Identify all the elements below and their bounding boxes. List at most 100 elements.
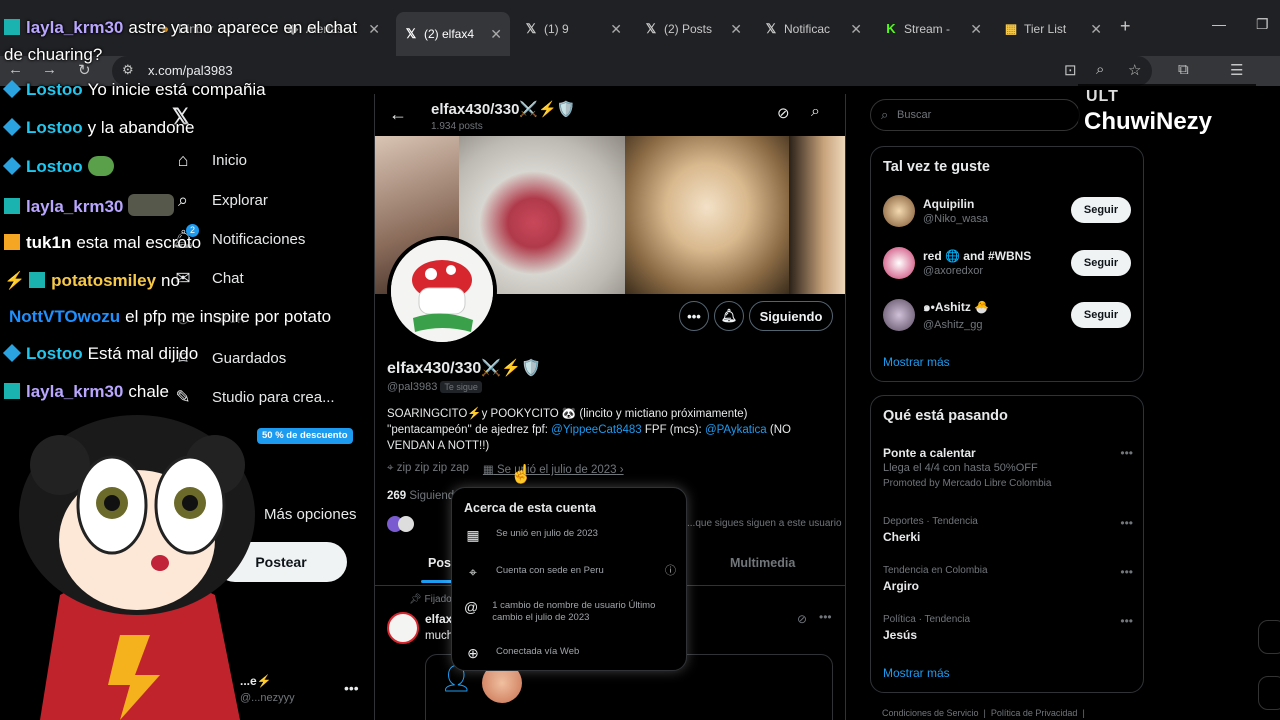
nav-chat[interactable]: ✉ Chat <box>172 268 243 289</box>
grok-icon[interactable]: ⊘ <box>777 104 790 122</box>
chat-badge-icon <box>4 383 20 399</box>
tab-media[interactable]: Multimedia <box>730 556 795 570</box>
trend-more-icon[interactable]: ••• <box>1120 565 1133 579</box>
zoom-icon[interactable]: ⌕ <box>1096 61 1104 78</box>
suggestion-item[interactable]: Aquipilin @Niko_wasa <box>883 195 988 227</box>
nav-more[interactable]: Más opciones <box>264 506 357 523</box>
search-field[interactable]: ⌕ Buscar <box>870 99 1080 131</box>
trend-item[interactable]: Política · Tendencia Jesús ••• <box>883 614 1133 642</box>
browser-tab[interactable]: 𝕏 (2) Posts ✕ <box>636 14 750 44</box>
chat-badge-icon <box>29 272 46 288</box>
mouse-cursor-icon: ☝ <box>510 464 533 484</box>
profile-follow-stats[interactable]: 269 Siguiendo <box>387 490 461 502</box>
location-icon: ⌖ <box>387 462 394 474</box>
bio-mention-link[interactable]: @PAykatica <box>705 424 767 436</box>
grok-icon[interactable]: ⊘ <box>797 612 807 626</box>
back-arrow-icon[interactable]: ← <box>389 104 407 125</box>
search-icon: ⌕ <box>177 190 189 210</box>
trend-item[interactable]: Tendencia en Colombia Argiro ••• <box>883 565 1133 593</box>
suggestion-item[interactable]: ๑•Ashitz 🐣 @Ashitz_gg <box>883 298 989 331</box>
extensions-icon[interactable]: ⧉ <box>1178 61 1189 78</box>
chat-message: layla_krm30 <box>4 194 175 217</box>
bio-mention-link[interactable]: @YippeeCat8483 <box>551 424 642 436</box>
nav-explore[interactable]: ⌕ Explorar <box>172 190 268 211</box>
popup-row-location: ⌖ Cuenta con sede en Peru ⓘ <box>464 565 676 579</box>
account-menu-icon[interactable]: ••• <box>344 680 359 696</box>
footer-links[interactable]: Condiciones de Servicio | Política de Pr… <box>882 708 1085 718</box>
install-icon[interactable]: ⊡ <box>1064 61 1077 79</box>
maximize-icon[interactable]: ❐ <box>1256 16 1269 33</box>
close-tab-icon[interactable]: ✕ <box>970 21 982 38</box>
trend-item[interactable]: Deportes · Tendencia Cherki ••• <box>883 516 1133 544</box>
new-tab-icon[interactable]: + <box>1120 16 1131 37</box>
who-to-follow-card: Tal vez te guste Aquipilin @Niko_wasa Seg… <box>870 146 1144 382</box>
search-icon[interactable]: ⌕ <box>811 103 820 121</box>
pinned-author: elfax <box>425 612 453 626</box>
close-tab-icon[interactable]: ✕ <box>368 21 380 38</box>
browser-tab[interactable]: K Stream - ✕ <box>876 14 990 44</box>
post-more-icon[interactable]: ••• <box>819 610 832 624</box>
chat-badge-icon <box>4 19 20 35</box>
avatar <box>883 247 915 279</box>
close-tab-icon[interactable]: ✕ <box>850 21 862 38</box>
show-more-link[interactable]: Mostrar más <box>883 355 950 369</box>
kick-icon: K <box>886 21 896 36</box>
calendar-icon: ▦ <box>482 464 494 476</box>
trend-more-icon[interactable]: ••• <box>1120 614 1133 628</box>
location-icon: ⌖ <box>469 564 477 580</box>
close-tab-icon[interactable]: ✕ <box>730 21 742 38</box>
following-button[interactable]: Siguiendo <box>749 301 833 331</box>
chat-badge-icon <box>2 343 22 363</box>
messages-float-button[interactable] <box>1258 676 1280 710</box>
profile-joined-link[interactable]: ▦ Se unió el julio de 2023 › <box>483 462 624 476</box>
chat-message: Lostoo Yo inicie está compañia <box>2 79 266 100</box>
calendar-icon: ▦ <box>466 527 480 543</box>
browser-tab-active[interactable]: 𝕏 (2) elfax4 ✕ <box>396 12 510 56</box>
bookmark-star-icon[interactable]: ☆ <box>1128 61 1141 79</box>
header-post-count: 1.934 posts <box>431 121 483 132</box>
profile-location: ⌖ zip zip zip zap <box>387 462 469 474</box>
chat-badge-icon <box>2 117 22 137</box>
profile-avatar[interactable] <box>387 236 497 346</box>
suggestion-item[interactable]: red 🌐 and #WBNS @axoredxor <box>883 247 1031 279</box>
chat-badge-icon <box>4 234 20 250</box>
more-options-button[interactable]: ••• <box>679 301 709 331</box>
menu-icon[interactable]: ☰ <box>1230 61 1243 79</box>
avatar[interactable] <box>387 612 419 644</box>
close-tab-icon[interactable]: ✕ <box>490 26 502 43</box>
close-tab-icon[interactable]: ✕ <box>610 21 622 38</box>
notify-button[interactable]: 🔔︎ <box>714 301 744 331</box>
emote-icon <box>87 156 114 176</box>
pinned-label: 📌︎ Fijado <box>409 594 452 605</box>
profile-handle-row: @pal3983 Te sigue <box>387 381 482 393</box>
chat-badge-icon <box>4 198 20 214</box>
chat-message: Lostoo y la abandone <box>2 117 194 138</box>
follow-button[interactable]: Seguir <box>1071 250 1131 276</box>
show-more-trends-link[interactable]: Mostrar más <box>883 666 950 680</box>
bell-plus-icon: 🔔︎ <box>720 308 738 323</box>
close-tab-icon[interactable]: ✕ <box>1090 21 1102 38</box>
follow-button[interactable]: Seguir <box>1071 197 1131 223</box>
info-icon[interactable]: ⓘ <box>665 565 676 577</box>
known-followers-avatars[interactable] <box>387 516 414 532</box>
trends-card: Qué está pasando Ponte a calentar Llega … <box>870 395 1144 693</box>
avatar <box>883 298 915 331</box>
banner-cat-image <box>625 136 789 294</box>
trend-item[interactable]: Ponte a calentar Llega el 4/4 con hasta … <box>883 446 1133 489</box>
streamer-logo: ULT ChuwiNezy <box>1078 84 1256 142</box>
trend-more-icon[interactable]: ••• <box>1120 446 1133 460</box>
browser-tab[interactable]: 𝕏 (1) 9 ✕ <box>516 14 630 44</box>
minimize-icon[interactable]: — <box>1212 16 1226 32</box>
browser-tab[interactable]: ▦ Tier List ✕ <box>996 14 1110 44</box>
avatar <box>398 516 414 532</box>
nav-home[interactable]: ⌂ Inicio <box>172 150 247 171</box>
browser-tab[interactable]: 𝕏 Notificac ✕ <box>756 14 870 44</box>
chat-message: tuk1n esta mal escroto <box>4 233 201 253</box>
grok-float-button[interactable] <box>1258 620 1280 654</box>
avatar-image <box>391 240 493 342</box>
search-icon: ⌕ <box>881 107 889 122</box>
chat-badge-icon <box>2 156 22 176</box>
known-followers-text: ...que sigues siguen a este usuario <box>687 518 842 529</box>
follow-button[interactable]: Seguir <box>1071 302 1131 328</box>
trend-more-icon[interactable]: ••• <box>1120 516 1133 530</box>
